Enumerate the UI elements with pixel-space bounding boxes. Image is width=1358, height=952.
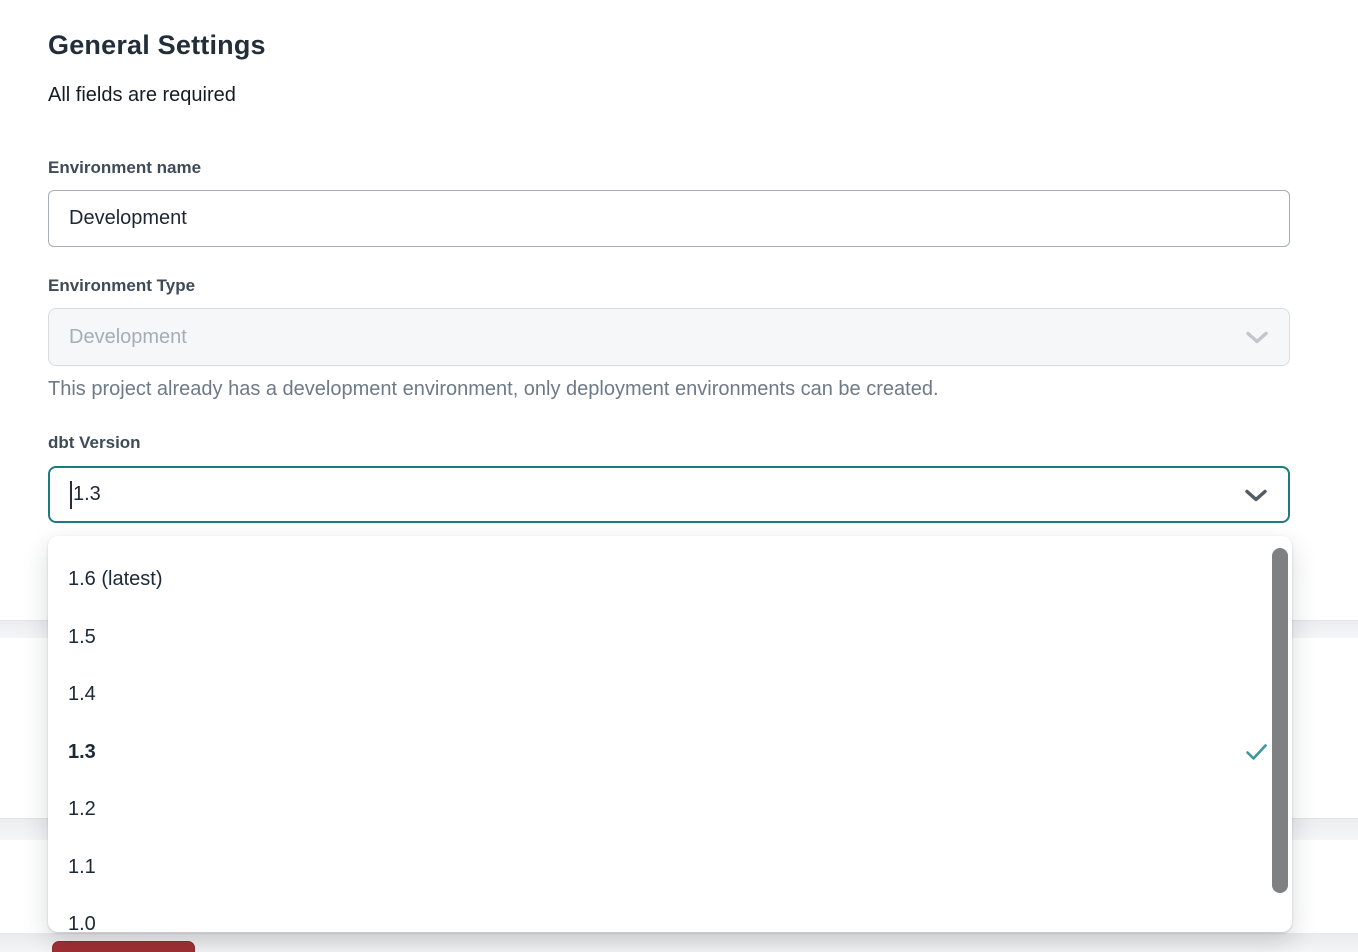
page-subtitle: All fields are required [48,84,236,107]
environment-type-label: Environment Type [48,276,195,296]
option-1-4[interactable]: 1.4 [48,666,1292,724]
option-1-6-latest[interactable]: 1.6 (latest) [48,551,1292,609]
dropdown-scrollbar[interactable] [1272,548,1288,893]
dbt-version-label: dbt Version [48,433,141,453]
page-bottom-background [0,933,1358,952]
check-icon [1245,743,1268,762]
environment-type-value: Development [69,326,187,349]
option-1-0[interactable]: 1.0 [48,896,1292,932]
option-1-3-selected[interactable]: 1.3 [48,724,1292,782]
environment-settings-page: General Settings All fields are required… [0,0,1358,952]
option-1-1[interactable]: 1.1 [48,839,1292,897]
dbt-version-value: 1.3 [73,483,101,506]
dbt-version-combobox[interactable]: 1.3 [48,466,1290,523]
text-cursor [70,481,72,509]
page-title: General Settings [48,30,266,61]
environment-name-label: Environment name [48,158,201,178]
dropdown-option-list: 1.6 (latest) 1.5 1.4 1.3 1.2 1.1 [48,536,1292,932]
environment-name-input[interactable] [48,190,1290,247]
dbt-version-dropdown: 1.6 (latest) 1.5 1.4 1.3 1.2 1.1 [48,536,1292,932]
environment-type-select: Development [48,308,1290,366]
option-1-5[interactable]: 1.5 [48,609,1292,667]
chevron-down-icon [1245,331,1269,344]
delete-environment-button[interactable] [52,941,195,952]
option-1-2[interactable]: 1.2 [48,781,1292,839]
chevron-down-icon[interactable] [1244,488,1268,501]
environment-type-help-text: This project already has a development e… [48,378,939,401]
